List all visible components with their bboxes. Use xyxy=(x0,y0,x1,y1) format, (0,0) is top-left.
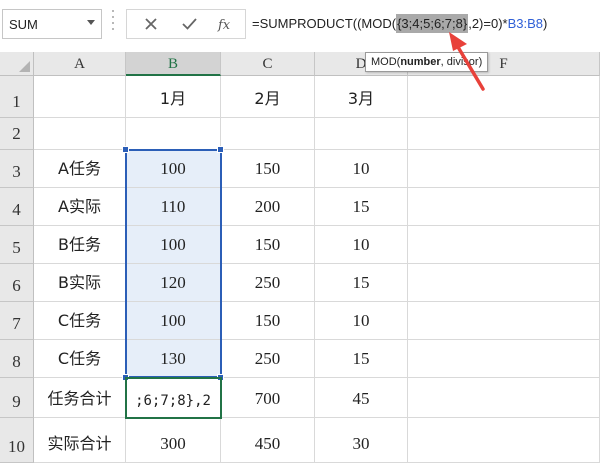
annotation-arrow-icon xyxy=(449,32,485,91)
